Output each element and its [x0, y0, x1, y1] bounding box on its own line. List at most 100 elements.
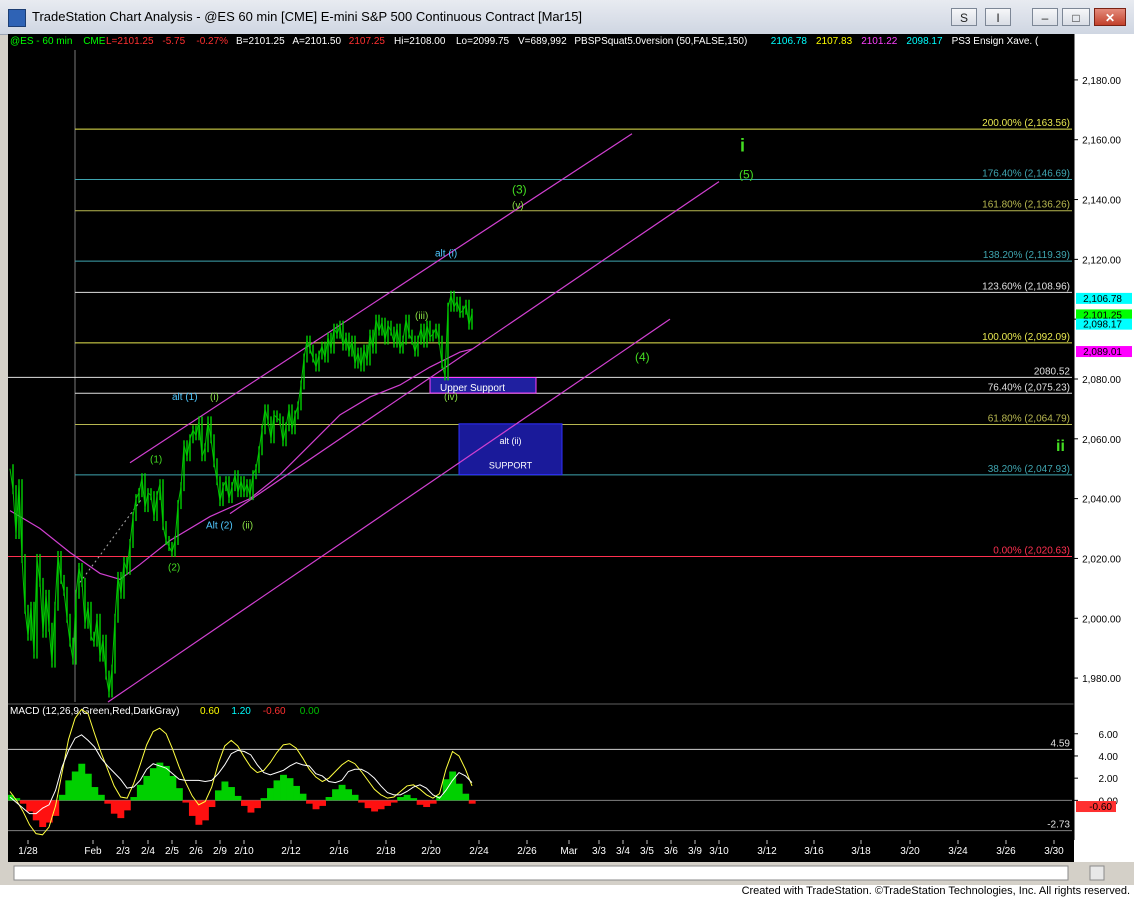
maximize-button[interactable]: □ — [1062, 8, 1090, 26]
macd-histogram-bar — [143, 775, 151, 801]
alt-ii-label: alt (ii) — [500, 436, 522, 446]
wave-label: i — [740, 136, 745, 156]
wave-label: (iv) — [444, 392, 458, 403]
time-axis-label: 2/5 — [165, 846, 179, 857]
macd-histogram-bar — [299, 793, 307, 801]
macd-histogram-bar — [319, 800, 326, 806]
header-value: 2106.78 — [771, 36, 808, 47]
time-axis-label: 2/4 — [141, 846, 155, 857]
time-axis-label: 3/16 — [804, 846, 824, 857]
wave-label: (v) — [512, 201, 524, 212]
header-value: Lo=2099.75 — [456, 36, 510, 47]
fib-level-label: 2080.52 — [1034, 366, 1071, 377]
price-axis-label: 2,020.00 — [1082, 554, 1121, 565]
macd-histogram-bar — [117, 800, 125, 819]
macd-histogram-bar — [462, 793, 470, 801]
macd-histogram-bar — [423, 800, 431, 808]
minimize-button[interactable]: ‒ — [1032, 8, 1058, 26]
time-axis-label: 2/3 — [116, 846, 130, 857]
header-value: 2107.25 — [349, 36, 386, 47]
macd-legend-value: 0.60 — [200, 706, 220, 717]
time-axis-label: 3/30 — [1044, 846, 1064, 857]
wave-label: (ii) — [242, 521, 253, 532]
macd-histogram-bar — [358, 800, 366, 803]
macd-histogram-bar — [241, 800, 248, 806]
macd-histogram-bar — [195, 800, 203, 825]
macd-histogram-bar — [97, 794, 105, 801]
macd-histogram-bar — [234, 795, 242, 801]
macd-histogram-bar — [293, 785, 300, 801]
wave-label: (iii) — [415, 311, 428, 322]
macd-histogram-bar — [156, 762, 164, 801]
header-value: -5.75 — [162, 36, 185, 47]
time-axis-label: Feb — [84, 846, 102, 857]
wave-label: (1) — [150, 455, 162, 466]
fib-level-label: 0.00% (2,020.63) — [993, 546, 1070, 557]
macd-histogram-bar — [227, 787, 235, 801]
macd-histogram-bar — [345, 789, 353, 801]
styles-button[interactable]: S — [951, 8, 977, 26]
price-axis-label: 2,160.00 — [1082, 136, 1121, 147]
horizontal-scrollbar — [13, 865, 1069, 881]
price-tag-label: 2,106.78 — [1083, 294, 1122, 305]
macd-histogram-bar — [371, 800, 379, 812]
macd-histogram-bar — [91, 787, 99, 801]
macd-histogram-bar — [397, 797, 405, 801]
wave-label: alt (1) — [172, 392, 198, 403]
macd-histogram-bar — [19, 800, 27, 804]
chart-canvas[interactable]: 200.00% (2,163.56) 176.40% (2,146.69) 161.… — [8, 34, 1134, 885]
fib-level-label: 138.20% (2,119.39) — [983, 250, 1070, 261]
wave-label: (3) — [512, 183, 527, 197]
time-axis-label: 2/16 — [329, 846, 349, 857]
time-axis-label: 1/28 — [18, 846, 38, 857]
macd-legend-value: -0.60 — [263, 706, 286, 717]
time-axis-label: 3/6 — [664, 846, 678, 857]
macd-histogram-bar — [26, 800, 34, 812]
price-axis-label: 2,080.00 — [1082, 375, 1121, 386]
macd-histogram-bar — [130, 797, 138, 801]
macd-histogram-bar — [410, 798, 418, 801]
macd-reference-label: 4.59 — [1051, 738, 1071, 749]
header-value: PBSPSquat5.0version (50,FALSE,150) — [574, 36, 747, 47]
macd-histogram-bar — [390, 800, 398, 803]
close-button[interactable]: ✕ — [1094, 8, 1126, 26]
macd-histogram-bar — [377, 800, 385, 810]
time-axis-label: 2/24 — [469, 846, 489, 857]
price-axis-label: 2,040.00 — [1082, 495, 1121, 506]
wave-label: (4) — [635, 350, 650, 364]
indicators-button[interactable]: I — [985, 8, 1011, 26]
time-axis-label: 3/5 — [640, 846, 654, 857]
time-axis-label: 2/18 — [376, 846, 396, 857]
macd-histogram-bar — [403, 794, 411, 801]
header-value: 2107.83 — [816, 36, 853, 47]
macd-title: MACD (12,26,9,Green,Red,DarkGray) — [10, 706, 180, 717]
macd-histogram-bar — [104, 800, 112, 804]
header-value: A=2101.50 — [292, 36, 341, 47]
time-axis-label: 3/24 — [948, 846, 968, 857]
macd-histogram-bar — [110, 800, 118, 814]
macd-histogram-bar — [351, 794, 359, 801]
header-value: PS3 Ensign Xave. ( — [952, 36, 1039, 47]
fib-level-label: 61.80% (2,064.79) — [988, 413, 1070, 424]
time-axis-label: 3/10 — [709, 846, 729, 857]
time-axis-label: 2/26 — [517, 846, 537, 857]
scroll-box — [1089, 865, 1105, 881]
time-axis-label: 2/10 — [234, 846, 254, 857]
macd-histogram-bar — [58, 794, 66, 801]
price-axis-label: 1,980.00 — [1082, 674, 1121, 685]
macd-histogram-bar — [455, 783, 463, 801]
price-tag-label: 2,098.17 — [1083, 320, 1122, 331]
time-axis-label: 2/20 — [421, 846, 441, 857]
header-value: CME — [83, 36, 106, 47]
macd-histogram-bar — [325, 797, 333, 801]
wave-label: alt (i) — [435, 248, 457, 259]
wave-label: Alt (2) — [206, 521, 233, 532]
macd-histogram-bar — [208, 800, 216, 808]
price-axis-label: 2,180.00 — [1082, 76, 1121, 87]
support-label: SUPPORT — [489, 461, 533, 471]
macd-axis-label: 6.00 — [1099, 730, 1119, 741]
macd-histogram-bar — [169, 775, 177, 801]
macd-histogram-bar — [65, 780, 73, 801]
macd-histogram-bar — [384, 800, 392, 806]
title-bar: TradeStation Chart Analysis - @ES 60 min… — [0, 0, 1134, 35]
